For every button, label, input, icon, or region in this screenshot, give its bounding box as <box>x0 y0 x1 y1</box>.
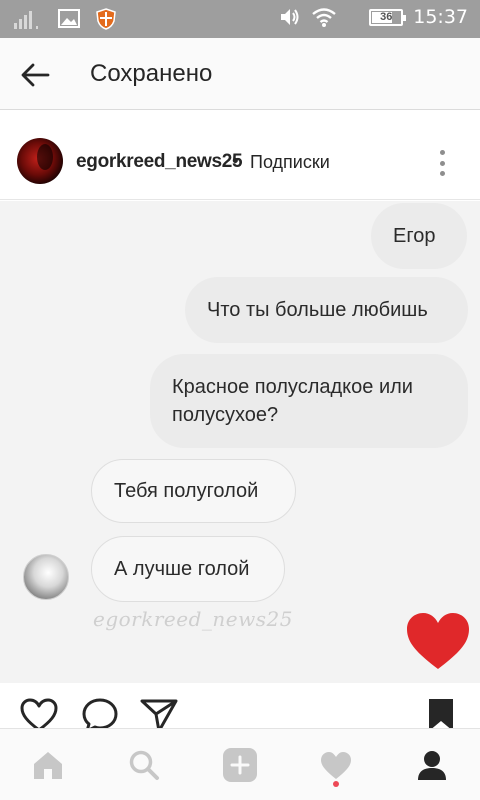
post-image[interactable]: Егор Что ты больше любишь Красное полусл… <box>0 201 480 683</box>
add-icon <box>223 748 257 782</box>
message-text: Красное полусладкое или полусухое? <box>172 376 413 426</box>
message-text: А лучше голой <box>114 558 250 580</box>
heart-icon <box>321 752 351 779</box>
nav-activity[interactable] <box>288 729 384 800</box>
arrow-left-icon[interactable] <box>18 58 52 92</box>
bottom-nav <box>0 728 480 800</box>
status-icons-left <box>14 7 116 31</box>
search-icon <box>129 750 159 780</box>
shield-icon <box>96 8 116 30</box>
avatar[interactable] <box>17 138 63 184</box>
watermark: egorkreed_news25 <box>93 607 293 631</box>
message-text: Егор <box>393 225 436 247</box>
battery-level: 36 <box>380 11 393 23</box>
nav-add[interactable] <box>192 729 288 800</box>
following-button[interactable]: Подписки <box>250 152 330 173</box>
message-bubble-outgoing: Красное полусладкое или полусухое? <box>150 354 468 448</box>
volume-icon <box>281 9 299 25</box>
message-bubble-incoming: А лучше голой <box>91 536 285 602</box>
message-bubble-outgoing: Егор <box>371 203 467 269</box>
page-title: Сохранено <box>90 60 213 87</box>
status-time: 15:37 <box>413 6 468 28</box>
status-bar: 36 15:37 <box>0 0 480 38</box>
bookmark-icon[interactable] <box>424 697 458 731</box>
profile-icon <box>418 751 446 780</box>
post-username[interactable]: egorkreed_news25 <box>76 151 243 173</box>
message-text: Что ты больше любишь <box>207 299 428 321</box>
post-action-bar <box>0 683 480 733</box>
app-header: Сохранено <box>0 38 480 110</box>
post-separator: • <box>232 151 239 172</box>
nav-profile[interactable] <box>384 729 480 800</box>
heart-icon <box>407 613 469 669</box>
notification-dot <box>333 781 339 787</box>
message-text: Тебя полуголой <box>114 480 259 502</box>
signal-icon <box>14 11 38 29</box>
post-header: egorkreed_news25 • Подписки <box>0 124 480 200</box>
nav-home[interactable] <box>0 729 96 800</box>
message-bubble-outgoing: Что ты больше любишь <box>185 277 468 343</box>
home-icon <box>34 752 62 779</box>
chat-avatar <box>23 554 69 600</box>
status-icons-right: 36 15:37 <box>279 6 468 28</box>
nav-search[interactable] <box>96 729 192 800</box>
more-vertical-icon[interactable] <box>432 146 452 180</box>
message-bubble-incoming: Тебя полуголой <box>91 459 296 523</box>
gallery-icon <box>58 9 80 28</box>
wifi-icon <box>312 8 336 27</box>
battery-icon: 36 <box>369 8 407 26</box>
